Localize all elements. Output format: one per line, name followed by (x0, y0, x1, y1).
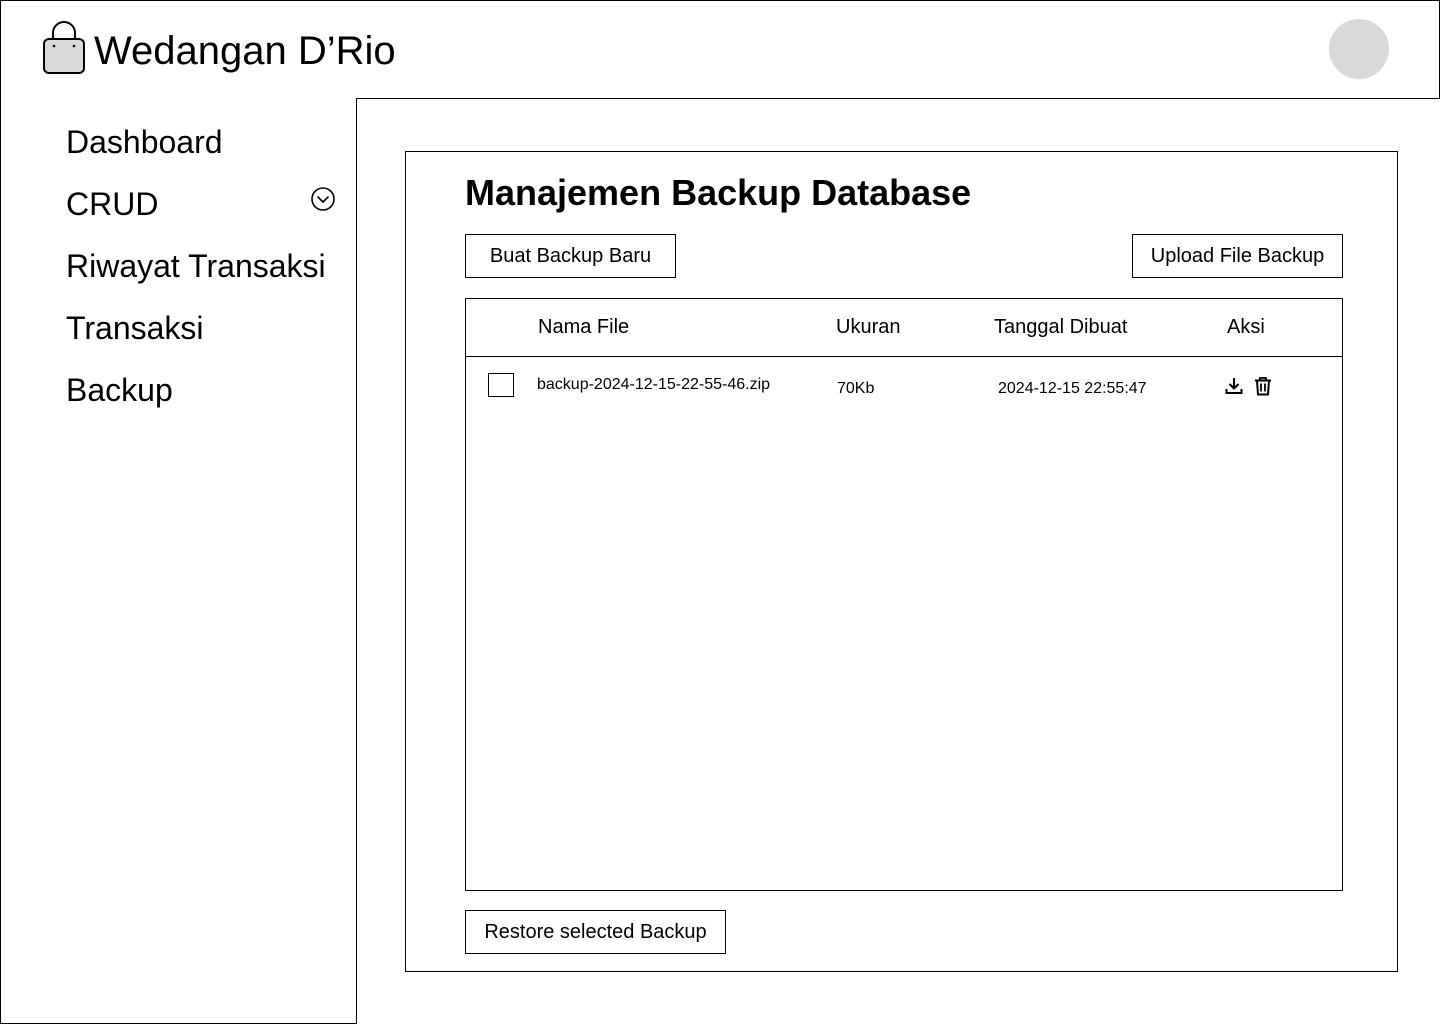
column-header-actions: Aksi (1227, 316, 1265, 338)
sidebar-item-dashboard[interactable]: Dashboard (66, 122, 223, 162)
chevron-down-circle-icon[interactable] (310, 186, 336, 212)
upload-backup-button[interactable]: Upload File Backup (1132, 234, 1343, 278)
create-backup-button[interactable]: Buat Backup Baru (465, 234, 676, 278)
shopping-bag-icon (43, 21, 85, 74)
column-header-size: Ukuran (836, 316, 901, 338)
sidebar-item-transaksi[interactable]: Transaksi (66, 308, 204, 348)
backup-panel: Manajemen Backup Database Buat Backup Ba… (405, 151, 1398, 972)
avatar[interactable] (1329, 19, 1389, 79)
sidebar-item-backup[interactable]: Backup (66, 370, 173, 410)
sidebar-item-riwayat-transaksi[interactable]: Riwayat Transaksi (66, 246, 326, 286)
cell-file-name: backup-2024-12-15-22-55-46.zip (537, 376, 771, 393)
backup-table: Nama File Ukuran Tanggal Dibuat Aksi bac… (465, 298, 1343, 891)
app-title: Wedangan D’Rio (94, 29, 396, 73)
download-icon[interactable] (1224, 376, 1244, 396)
sidebar: Dashboard CRUD Riwayat Transaksi Transak… (0, 98, 357, 1024)
row-select-checkbox[interactable] (488, 373, 514, 397)
top-header: Wedangan D’Rio (0, 0, 1440, 99)
table-header: Nama File Ukuran Tanggal Dibuat Aksi (466, 299, 1342, 357)
page-title: Manajemen Backup Database (465, 172, 972, 213)
column-header-created: Tanggal Dibuat (994, 316, 1128, 338)
column-header-file-name: Nama File (538, 316, 630, 338)
trash-icon[interactable] (1253, 376, 1273, 396)
sidebar-item-crud[interactable]: CRUD (66, 184, 158, 224)
cell-created: 2024-12-15 22:55:47 (998, 380, 1147, 397)
table-row: backup-2024-12-15-22-55-46.zip 70Kb 2024… (466, 357, 1342, 419)
restore-backup-button[interactable]: Restore selected Backup (465, 910, 726, 954)
cell-size: 70Kb (837, 380, 875, 397)
app-frame: Wedangan D’Rio Dashboard CRUD Riwayat Tr… (0, 0, 1440, 1024)
